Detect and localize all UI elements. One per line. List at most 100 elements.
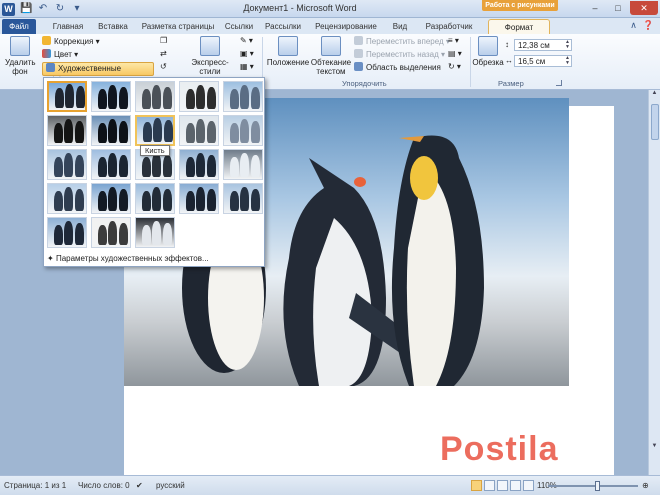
undo-icon[interactable]: ↶ — [37, 3, 49, 15]
selection-pane-label: Область выделения — [366, 63, 441, 72]
word-count[interactable]: Число слов: 0 — [78, 481, 130, 490]
group-icon[interactable]: ▤ ▾ — [448, 49, 462, 58]
effect-thumbnail[interactable] — [179, 183, 219, 214]
penguin-silhouette — [152, 85, 161, 109]
wrap-text-button[interactable]: Обтекание текстом — [310, 36, 352, 76]
rotate-icon[interactable]: ↻ ▾ — [448, 62, 461, 71]
align-icon[interactable]: ≡ ▾ — [448, 36, 459, 45]
scrollbar-thumb[interactable] — [651, 104, 659, 140]
effect-thumbnail[interactable] — [223, 115, 263, 146]
send-backward-button[interactable]: Переместить назад ▾ — [354, 49, 445, 59]
web-layout-view-icon[interactable] — [497, 480, 508, 491]
correction-button[interactable]: Коррекция ▾ — [42, 36, 100, 46]
height-spinner-icon[interactable]: ▲ ▼ — [565, 40, 570, 50]
zoom-slider-thumb[interactable] — [595, 481, 600, 491]
minimize-ribbon-icon[interactable]: ∧ — [630, 20, 637, 31]
effect-thumbnail[interactable] — [91, 149, 131, 180]
penguin-silhouette — [163, 155, 172, 177]
effect-thumbnail[interactable] — [47, 149, 87, 180]
scroll-up-icon[interactable]: ▲ — [649, 90, 660, 100]
bring-forward-button[interactable]: Переместить вперед ▾ — [354, 36, 450, 46]
size-dialog-launcher-icon[interactable] — [556, 80, 562, 86]
penguin-silhouette — [54, 157, 63, 177]
remove-background-label: Удалить фон — [5, 58, 36, 76]
artistic-effects-button[interactable]: Художественные эффекты ▾ — [42, 62, 154, 85]
print-layout-view-icon[interactable] — [471, 480, 482, 491]
width-spinner-icon[interactable]: ▲ ▼ — [565, 56, 570, 66]
zoom-slider[interactable] — [548, 481, 638, 491]
effect-thumbnail[interactable] — [47, 81, 87, 112]
tab-insert[interactable]: Вставка — [96, 19, 130, 34]
position-button[interactable]: Положение — [266, 36, 310, 67]
color-icon — [42, 49, 51, 58]
penguin-silhouette — [230, 89, 239, 109]
crop-button[interactable]: Обрезка — [472, 36, 504, 67]
effect-thumbnail[interactable] — [179, 81, 219, 112]
vertical-scrollbar[interactable]: ▲ ▼ — [648, 90, 660, 475]
picture-border-icon[interactable]: ✎ ▾ — [240, 36, 253, 45]
color-button[interactable]: Цвет ▾ — [42, 49, 78, 59]
maximize-icon[interactable]: □ — [607, 1, 629, 15]
minimize-icon[interactable]: ‒ — [584, 1, 606, 15]
artistic-effects-options-button[interactable]: ✦ Параметры художественных эффектов... — [47, 253, 261, 265]
word-logo[interactable]: W — [2, 2, 15, 16]
quick-styles-button[interactable]: Экспресс-стили — [182, 36, 238, 76]
outline-view-icon[interactable] — [510, 480, 521, 491]
effect-thumbnail[interactable] — [91, 81, 131, 112]
close-icon[interactable]: ✕ — [630, 1, 658, 15]
height-input[interactable]: 12,38 см ▲ ▼ — [514, 39, 572, 51]
effect-thumbnail[interactable] — [179, 149, 219, 180]
penguin-silhouette — [196, 153, 205, 177]
penguin-silhouette — [143, 122, 152, 142]
reset-picture-icon[interactable]: ↺ — [160, 62, 167, 71]
tab-file[interactable]: Файл — [2, 19, 36, 34]
position-label: Положение — [266, 58, 310, 67]
effect-thumbnail[interactable] — [135, 217, 175, 248]
help-icon[interactable]: ❓ — [643, 20, 654, 31]
proofing-icon[interactable]: ✔ — [136, 481, 143, 490]
tab-mailings[interactable]: Рассылки — [262, 19, 304, 34]
save-icon[interactable]: 💾 — [20, 3, 32, 15]
tab-review[interactable]: Рецензирование — [313, 19, 379, 34]
width-input[interactable]: 16,5 см ▲ ▼ — [514, 55, 572, 67]
effect-thumbnail[interactable] — [91, 217, 131, 248]
selection-pane-button[interactable]: Область выделения — [354, 62, 441, 72]
penguin-silhouette — [142, 225, 151, 245]
effect-thumbnail[interactable] — [223, 149, 263, 180]
scroll-down-icon[interactable]: ▼ — [649, 443, 660, 453]
effect-thumbnail[interactable] — [47, 217, 87, 248]
full-screen-view-icon[interactable] — [484, 480, 495, 491]
customize-icon[interactable]: ▾ — [71, 3, 83, 15]
compress-pictures-icon[interactable]: ❐ — [160, 36, 167, 45]
language-indicator[interactable]: русский — [156, 481, 185, 490]
effect-thumbnail[interactable] — [47, 115, 87, 146]
effect-thumbnail[interactable] — [91, 115, 131, 146]
ribbon-tabs: Файл Главная Вставка Разметка страницы С… — [0, 18, 660, 34]
redo-icon[interactable]: ↻ — [54, 3, 66, 15]
tab-page-layout[interactable]: Разметка страницы — [138, 19, 218, 34]
effect-thumbnail[interactable] — [135, 115, 175, 146]
penguin-right-neck — [410, 156, 438, 200]
page-count[interactable]: Страница: 1 из 1 — [4, 481, 66, 490]
picture-layout-icon[interactable]: ▦ ▾ — [240, 62, 254, 71]
remove-background-button[interactable]: Удалить фон — [4, 36, 36, 76]
tab-references[interactable]: Ссылки — [224, 19, 254, 34]
effect-thumbnail[interactable] — [179, 115, 219, 146]
picture-effects-icon[interactable]: ▣ ▾ — [240, 49, 254, 58]
effect-thumbnail[interactable] — [223, 183, 263, 214]
change-picture-icon[interactable]: ⇄ — [160, 49, 167, 58]
effect-thumbnail[interactable] — [91, 183, 131, 214]
tab-home[interactable]: Главная — [48, 19, 88, 34]
effect-thumbnail[interactable] — [135, 81, 175, 112]
watermark-logo: Postila — [440, 430, 559, 468]
penguin-silhouette — [240, 85, 249, 109]
effect-thumbnail[interactable] — [47, 183, 87, 214]
tab-view[interactable]: Вид — [390, 19, 410, 34]
quick-styles-icon — [200, 36, 220, 56]
effect-thumbnail[interactable] — [223, 81, 263, 112]
zoom-in-icon[interactable]: ⊕ — [642, 481, 649, 490]
tab-format[interactable]: Формат — [488, 19, 550, 34]
tab-developer[interactable]: Разработчик — [420, 19, 478, 34]
draft-view-icon[interactable] — [523, 480, 534, 491]
effect-thumbnail[interactable] — [135, 183, 175, 214]
